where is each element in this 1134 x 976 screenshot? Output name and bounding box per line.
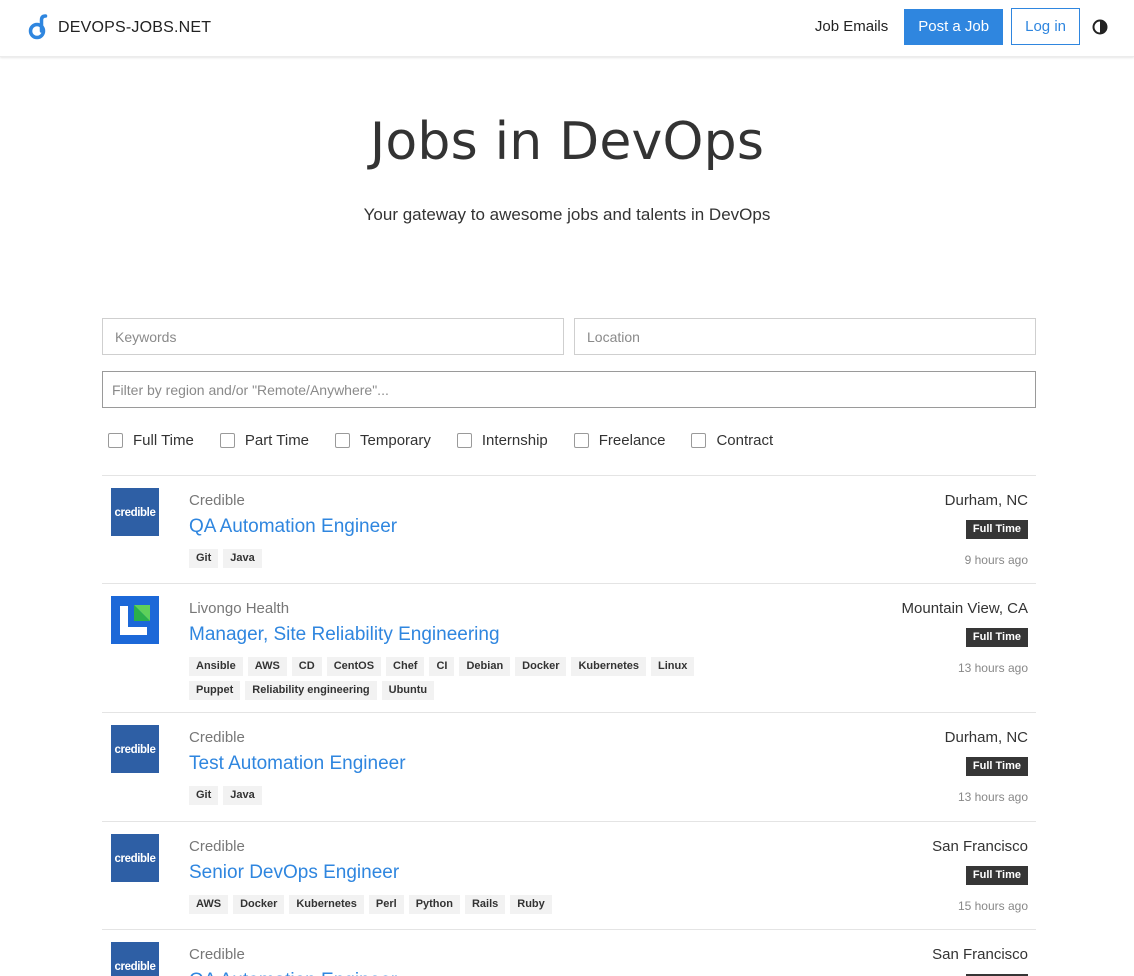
skill-tag[interactable]: Ruby [510,895,552,914]
job-type-badge: Full Time [965,866,1028,885]
company-name: Credible [189,492,245,509]
skill-tag[interactable]: Ubuntu [381,681,435,700]
skill-tag[interactable]: Linux [651,657,695,676]
job-listing[interactable]: credible Credible QA Automation Engineer Sa… [102,929,1036,976]
region-filter-input[interactable] [102,371,1036,408]
tag-list: Ansible AWS CD CentOS Chef CI Debian Docker Kube… [189,657,749,705]
job-title-link[interactable]: Test Automation Engineer [189,753,406,775]
site-logo-icon [28,14,48,40]
skill-tag[interactable]: Java [223,549,262,568]
job-type-filters: Full Time Part Time Temporary Internship… [108,432,799,449]
filter-contract[interactable]: Contract [691,432,773,449]
skill-tag[interactable]: Reliability engineering [245,681,377,700]
login-button[interactable]: Log in [1011,8,1080,45]
job-type-badge: Full Time [965,757,1028,776]
job-location: San Francisco [932,946,1028,963]
skill-tag[interactable]: Perl [368,895,404,914]
svg-text:credible: credible [115,961,156,973]
skill-tag[interactable]: Docker [515,657,567,676]
company-name: Credible [189,838,245,855]
job-title-link[interactable]: QA Automation Engineer [189,970,397,976]
checkbox[interactable] [335,433,351,448]
filter-part-time[interactable]: Part Time [219,432,310,449]
checkbox[interactable] [573,433,589,448]
job-listing[interactable]: Livongo Health Manager, Site Reliability … [102,583,1036,712]
filter-full-time[interactable]: Full Time [108,432,194,449]
company-logo-livongo [111,596,159,644]
skill-tag[interactable]: CI [429,657,455,676]
top-navbar: DEVOPS-JOBS.NET Job Emails Post a Job Lo… [0,0,1134,57]
job-listing[interactable]: credible Credible Senior DevOps Engineer AW… [102,821,1036,929]
skill-tag[interactable]: Java [223,786,262,805]
skill-tag[interactable]: AWS [247,657,287,676]
job-location: San Francisco [932,838,1028,855]
filter-label: Temporary [360,432,431,449]
tag-list: AWS Docker Kubernetes Perl Python Rails Ruby [189,895,749,919]
job-title-link[interactable]: Manager, Site Reliability Engineering [189,624,500,646]
filter-label: Contract [716,432,774,449]
posted-time: 13 hours ago [957,790,1028,804]
skill-tag[interactable]: Chef [386,657,425,676]
filter-freelance[interactable]: Freelance [573,432,666,449]
skill-tag[interactable]: Git [189,786,219,805]
nav-actions: Job Emails Post a Job Log in [815,8,1108,45]
skill-tag[interactable]: Kubernetes [289,895,364,914]
tag-list: Git Java [189,549,749,573]
filter-temporary[interactable]: Temporary [335,432,431,449]
skill-tag[interactable]: Ansible [189,657,243,676]
skill-tag[interactable]: CentOS [326,657,382,676]
skill-tag[interactable]: Kubernetes [571,657,646,676]
job-list: credible Credible QA Automation Engineer Gi… [102,475,1036,976]
job-type-badge: Full Time [965,628,1028,647]
checkbox[interactable] [219,433,235,448]
page-subtitle: Your gateway to awesome jobs and talents… [363,205,771,224]
brand[interactable]: DEVOPS-JOBS.NET [28,14,211,41]
skill-tag[interactable]: AWS [189,895,229,914]
filter-label: Freelance [598,432,666,449]
job-type-badge: Full Time [965,520,1028,539]
svg-text:credible: credible [115,507,156,519]
company-logo-credible: credible [111,942,159,976]
brand-name: DEVOPS-JOBS.NET [58,18,212,36]
svg-text:credible: credible [115,853,156,865]
company-name: Credible [189,946,245,963]
skill-tag[interactable]: Docker [233,895,285,914]
svg-text:credible: credible [115,744,156,756]
job-listing[interactable]: credible Credible Test Automation Engineer… [102,712,1036,821]
job-location: Mountain View, CA [901,600,1028,617]
filter-internship[interactable]: Internship [456,432,548,449]
company-logo-credible: credible [111,834,159,882]
job-emails-link[interactable]: Job Emails [815,18,888,35]
page-title: Jobs in DevOps [369,112,765,172]
skill-tag[interactable]: Debian [459,657,511,676]
company-name: Credible [189,729,245,746]
company-name: Livongo Health [189,600,290,617]
posted-time: 15 hours ago [957,899,1028,913]
checkbox[interactable] [108,433,123,448]
keywords-input[interactable] [102,318,564,355]
filter-label: Internship [481,432,548,449]
job-title-link[interactable]: QA Automation Engineer [189,516,397,538]
filter-label: Part Time [244,432,310,449]
skill-tag[interactable]: Rails [464,895,506,914]
checkbox[interactable] [456,433,472,448]
company-logo-credible: credible [111,725,159,773]
post-job-button[interactable]: Post a Job [904,8,1004,45]
posted-time: 9 hours ago [964,553,1028,567]
filter-label: Full Time [133,432,194,449]
tag-list: Git Java [189,786,749,810]
skill-tag[interactable]: Git [189,549,219,568]
job-title-link[interactable]: Senior DevOps Engineer [189,862,399,884]
location-input[interactable] [574,318,1036,355]
checkbox[interactable] [691,433,707,448]
skill-tag[interactable]: Python [408,895,460,914]
posted-time: 13 hours ago [957,661,1028,675]
skill-tag[interactable]: CD [291,657,322,676]
job-location: Durham, NC [944,729,1028,746]
contrast-icon[interactable] [1092,19,1108,35]
company-logo-credible: credible [111,488,159,536]
skill-tag[interactable]: Puppet [189,681,241,700]
job-listing[interactable]: credible Credible QA Automation Engineer Gi… [102,475,1036,583]
job-location: Durham, NC [944,492,1028,509]
